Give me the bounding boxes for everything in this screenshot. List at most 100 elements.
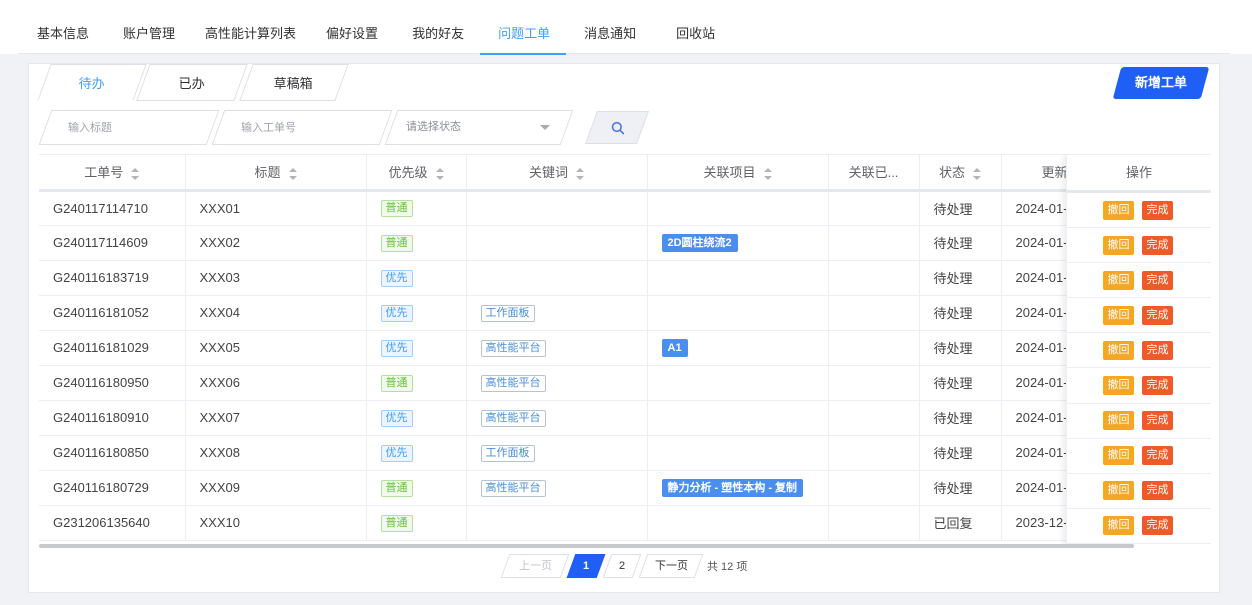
recall-button[interactable]: 撤回 (1103, 200, 1134, 220)
priority-tag: 优先 (380, 269, 413, 287)
tab-tickets[interactable]: 问题工单 (480, 14, 567, 55)
complete-button[interactable]: 完成 (1142, 376, 1173, 396)
keyword-tag: 高性能平台 (480, 479, 546, 497)
col-priority[interactable]: 优先级 (366, 155, 467, 192)
table-row[interactable]: G240116183719 XXX03 优先 待处理 2024-01- (39, 260, 1211, 296)
search-button[interactable] (584, 111, 650, 144)
ticket-id-cell: G240116181052 (39, 295, 186, 331)
keyword-tag: 工作面板 (480, 444, 535, 462)
project-cell (647, 435, 829, 471)
page-1-button[interactable]: 1 (566, 554, 606, 578)
ticket-id: G240116181052 (53, 305, 149, 320)
recall-button[interactable]: 撤回 (1103, 305, 1134, 325)
priority-cell: 普通 (366, 225, 467, 261)
complete-button[interactable]: 完成 (1142, 516, 1173, 536)
project-tag[interactable]: 静力分析 - 塑性本构 - 复制 (661, 478, 804, 497)
col-title[interactable]: 标题 (185, 155, 367, 192)
table-row[interactable]: G240116180729 XXX09 普通 高性能平台 静力分析 - 塑性本构 - 复… (39, 470, 1211, 506)
subtab-todo[interactable]: 待办 (37, 64, 147, 101)
priority-cell: 优先 (366, 435, 467, 471)
table-row[interactable]: G240116181052 XXX04 优先 工作面板 待处理 2024-01- (39, 295, 1211, 331)
title-cell: XXX03 (185, 260, 367, 296)
sort-icon[interactable] (131, 167, 140, 180)
complete-button[interactable]: 完成 (1142, 411, 1173, 431)
table-row[interactable]: G240117114710 XXX01 普通 待处理 2024-01- (39, 190, 1211, 226)
complete-button[interactable]: 完成 (1142, 200, 1173, 220)
recall-button[interactable]: 撤回 (1103, 411, 1134, 431)
ticket-id-input[interactable] (219, 111, 385, 144)
recall-button[interactable]: 撤回 (1103, 516, 1134, 536)
horizontal-scrollbar[interactable] (39, 544, 1134, 548)
table-row[interactable]: G240116180950 XXX06 普通 高性能平台 待处理 2024-01- (39, 365, 1211, 401)
complete-button[interactable]: 完成 (1142, 235, 1173, 255)
project-cell (647, 365, 829, 401)
status-filter[interactable]: 请选择状态 (384, 110, 574, 145)
title-cell: XXX01 (185, 190, 367, 226)
recall-button[interactable]: 撤回 (1103, 446, 1134, 466)
prev-page-button[interactable]: 上一页 (500, 554, 570, 578)
sort-icon[interactable] (973, 167, 981, 180)
tab-account[interactable]: 账户管理 (123, 14, 175, 54)
subtab-done[interactable]: 已办 (136, 64, 248, 101)
complete-button[interactable]: 完成 (1142, 305, 1173, 325)
project-cell: 2D圆柱绕流2 (647, 225, 829, 261)
related-cell (828, 400, 920, 436)
tab-recycle-bin[interactable]: 回收站 (676, 14, 715, 54)
complete-button[interactable]: 完成 (1142, 340, 1173, 360)
sort-icon[interactable] (435, 167, 444, 180)
col-status[interactable]: 状态 (919, 155, 1002, 192)
project-tag[interactable]: 2D圆柱绕流2 (661, 233, 738, 252)
priority-tag: 普通 (380, 374, 413, 392)
updated-time: 2024-01- (1015, 200, 1068, 216)
complete-button[interactable]: 完成 (1142, 270, 1173, 290)
title-cell: XXX07 (185, 400, 367, 436)
status-select[interactable]: 请选择状态 (392, 111, 566, 144)
col-ticket-id[interactable]: 工单号 (39, 155, 186, 192)
page-2-button[interactable]: 2 (602, 554, 642, 578)
col-actions: 操作 (1067, 155, 1211, 193)
recall-button[interactable]: 撤回 (1103, 340, 1134, 360)
sort-icon[interactable] (763, 167, 772, 180)
project-cell (647, 505, 829, 541)
new-ticket-button[interactable]: 新增工单 (1112, 67, 1210, 99)
sort-icon[interactable] (576, 167, 584, 180)
ticket-title: XXX06 (199, 375, 240, 390)
recall-button[interactable]: 撤回 (1103, 270, 1134, 290)
next-page-button[interactable]: 下一页 (638, 554, 704, 578)
keyword-cell: 工作面板 (466, 435, 648, 471)
tab-preferences[interactable]: 偏好设置 (326, 14, 378, 54)
title-input[interactable] (46, 111, 212, 144)
subtab-drafts[interactable]: 草稿箱 (239, 64, 349, 101)
col-project[interactable]: 关联项目 (647, 155, 829, 192)
tab-basic-info[interactable]: 基本信息 (37, 14, 89, 54)
priority-cell: 普通 (366, 190, 467, 226)
col-keyword[interactable]: 关键词 (466, 155, 648, 192)
table-row[interactable]: G240117114609 XXX02 普通 2D圆柱绕流2 待处理 2024-01- (39, 225, 1211, 261)
tab-friends[interactable]: 我的好友 (412, 14, 464, 54)
title-cell: XXX06 (185, 365, 367, 401)
keyword-tag: 高性能平台 (480, 374, 546, 392)
ticket-id: G240116183719 (53, 270, 149, 285)
status-placeholder: 请选择状态 (406, 121, 461, 133)
table-row[interactable]: G240116181029 XXX05 优先 高性能平台 A1 待处理 2024-01- (39, 330, 1211, 366)
table-row[interactable]: G240116180850 XXX08 优先 工作面板 待处理 2024-01- (39, 435, 1211, 471)
project-cell: 静力分析 - 塑性本构 - 复制 (647, 470, 829, 506)
related-cell (828, 225, 920, 261)
complete-button[interactable]: 完成 (1142, 481, 1173, 501)
project-tag[interactable]: A1 (661, 338, 688, 357)
tab-hpc-list[interactable]: 高性能计算列表 (205, 14, 296, 54)
status-text: 待处理 (933, 271, 973, 286)
ticket-title: XXX09 (199, 480, 240, 495)
sort-icon[interactable] (288, 167, 297, 180)
recall-button[interactable]: 撤回 (1103, 481, 1134, 501)
complete-button[interactable]: 完成 (1142, 446, 1173, 466)
table-row[interactable]: G240116180910 XXX07 优先 高性能平台 待处理 2024-01- (39, 400, 1211, 436)
recall-button[interactable]: 撤回 (1103, 376, 1134, 396)
table-row[interactable]: G231206135640 XXX10 普通 已回复 2023-12- (39, 505, 1211, 541)
status-text: 待处理 (933, 446, 973, 461)
row-actions: 撤回 完成 (1067, 193, 1211, 229)
related-cell (828, 435, 920, 471)
tab-notifications[interactable]: 消息通知 (584, 14, 636, 54)
ticket-id-cell: G240116181029 (39, 330, 186, 366)
recall-button[interactable]: 撤回 (1103, 235, 1134, 255)
